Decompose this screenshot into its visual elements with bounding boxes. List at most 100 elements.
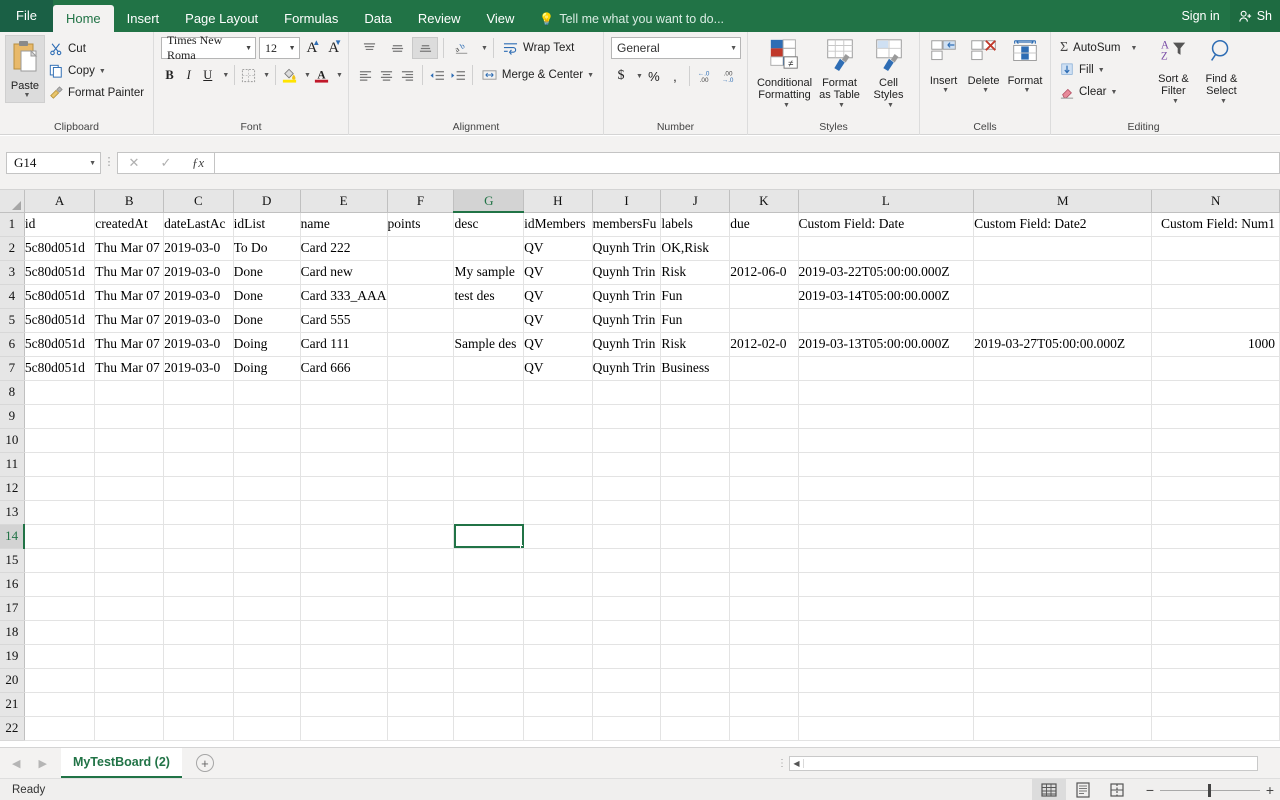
- cell-J3[interactable]: Risk: [660, 260, 731, 285]
- cell-J18[interactable]: [660, 620, 731, 645]
- cell-M12[interactable]: [973, 476, 1153, 501]
- cell-L11[interactable]: [798, 452, 975, 477]
- cell-C2[interactable]: 2019-03-0: [163, 236, 234, 261]
- cell-E17[interactable]: [300, 596, 388, 621]
- cell-A8[interactable]: [24, 380, 96, 405]
- select-all-corner[interactable]: [0, 190, 25, 213]
- cell-M19[interactable]: [973, 644, 1153, 669]
- increase-indent-button[interactable]: [448, 64, 467, 86]
- align-left-button[interactable]: [356, 64, 375, 86]
- cell-B22[interactable]: [94, 716, 165, 741]
- cell-H10[interactable]: [523, 428, 593, 453]
- cell-C18[interactable]: [163, 620, 234, 645]
- cell-M17[interactable]: [973, 596, 1153, 621]
- cell-A12[interactable]: [24, 476, 96, 501]
- cell-M18[interactable]: [973, 620, 1153, 645]
- cell-J17[interactable]: [660, 596, 731, 621]
- cell-E8[interactable]: [300, 380, 388, 405]
- increase-font-size-button[interactable]: A ▲: [303, 37, 322, 59]
- cell-L5[interactable]: [798, 308, 975, 333]
- horizontal-scrollbar[interactable]: ◀: [789, 756, 1258, 771]
- align-bottom-button[interactable]: [412, 37, 438, 59]
- cell-N2[interactable]: [1151, 236, 1280, 261]
- cell-G15[interactable]: [453, 548, 525, 573]
- cancel-formula-icon[interactable]: ✕: [118, 153, 150, 173]
- cell-K5[interactable]: [729, 308, 799, 333]
- cell-C9[interactable]: [163, 404, 234, 429]
- cell-E9[interactable]: [300, 404, 388, 429]
- currency-chevron-icon[interactable]: ▼: [636, 73, 643, 80]
- cell-D17[interactable]: [233, 596, 301, 621]
- zoom-slider-track[interactable]: [1160, 783, 1260, 797]
- cell-G1[interactable]: desc: [453, 212, 525, 237]
- cell-G6[interactable]: Sample des: [453, 332, 525, 357]
- cell-L2[interactable]: [798, 236, 975, 261]
- cell-D2[interactable]: To Do: [233, 236, 301, 261]
- cell-D19[interactable]: [233, 644, 301, 669]
- cell-H14[interactable]: [523, 524, 593, 549]
- cell-L21[interactable]: [798, 692, 975, 717]
- cell-K1[interactable]: due: [729, 212, 799, 237]
- wrap-text-button[interactable]: Wrap Text: [499, 37, 578, 59]
- cell-K20[interactable]: [729, 668, 799, 693]
- cell-A16[interactable]: [24, 572, 96, 597]
- cell-I11[interactable]: [592, 452, 662, 477]
- borders-button[interactable]: [240, 64, 257, 86]
- cell-N15[interactable]: [1151, 548, 1280, 573]
- sign-in-button[interactable]: Sign in: [1171, 9, 1229, 23]
- column-header-j[interactable]: J: [660, 190, 731, 213]
- cell-A15[interactable]: [24, 548, 96, 573]
- cell-J15[interactable]: [660, 548, 731, 573]
- cell-F6[interactable]: [387, 332, 455, 357]
- align-middle-button[interactable]: [384, 37, 410, 59]
- cell-J10[interactable]: [660, 428, 731, 453]
- cell-H12[interactable]: [523, 476, 593, 501]
- cell-M13[interactable]: [973, 500, 1153, 525]
- align-right-button[interactable]: [398, 64, 417, 86]
- cell-H4[interactable]: QV: [523, 284, 593, 309]
- cell-L7[interactable]: [798, 356, 975, 381]
- cell-M2[interactable]: [973, 236, 1153, 261]
- conditional-formatting-button[interactable]: ≠ Conditional Formatting ▼: [756, 35, 814, 112]
- cell-B11[interactable]: [94, 452, 165, 477]
- column-header-d[interactable]: D: [233, 190, 301, 213]
- cell-E21[interactable]: [300, 692, 388, 717]
- cell-E6[interactable]: Card 111: [300, 332, 388, 357]
- align-top-button[interactable]: [356, 37, 382, 59]
- cell-L3[interactable]: 2019-03-22T05:00:00.000Z: [798, 260, 975, 285]
- cell-B19[interactable]: [94, 644, 165, 669]
- chevron-down-icon[interactable]: ▼: [1098, 67, 1105, 74]
- cell-D6[interactable]: Doing: [233, 332, 301, 357]
- cell-M4[interactable]: [973, 284, 1153, 309]
- cell-G20[interactable]: [453, 668, 525, 693]
- cell-E1[interactable]: name: [300, 212, 388, 237]
- cell-K9[interactable]: [729, 404, 799, 429]
- cell-E22[interactable]: [300, 716, 388, 741]
- cell-G9[interactable]: [453, 404, 525, 429]
- cell-L19[interactable]: [798, 644, 975, 669]
- chevron-down-icon[interactable]: ▼: [1220, 98, 1227, 106]
- row-header-1[interactable]: 1: [0, 212, 25, 237]
- cell-N3[interactable]: [1151, 260, 1280, 285]
- cell-G10[interactable]: [453, 428, 525, 453]
- sheet-tab-active[interactable]: MyTestBoard (2): [60, 748, 182, 778]
- cell-J7[interactable]: Business: [660, 356, 731, 381]
- cell-E14[interactable]: [300, 524, 388, 549]
- cell-K2[interactable]: [729, 236, 799, 261]
- cell-I1[interactable]: membersFu: [592, 212, 662, 237]
- cell-I7[interactable]: Quynh Trin: [592, 356, 662, 381]
- cell-K17[interactable]: [729, 596, 799, 621]
- find-select-button[interactable]: Find & Select ▼: [1197, 35, 1245, 108]
- cell-G4[interactable]: test des: [453, 284, 525, 309]
- borders-chevron-icon[interactable]: ▼: [263, 72, 270, 79]
- cell-D3[interactable]: Done: [233, 260, 301, 285]
- cell-B6[interactable]: Thu Mar 07: [94, 332, 165, 357]
- row-header-20[interactable]: 20: [0, 668, 25, 693]
- cell-A14[interactable]: [24, 524, 96, 549]
- cell-C15[interactable]: [163, 548, 234, 573]
- cell-A6[interactable]: 5c80d051d: [24, 332, 96, 357]
- cell-B21[interactable]: [94, 692, 165, 717]
- cell-F11[interactable]: [387, 452, 455, 477]
- cell-H15[interactable]: [523, 548, 593, 573]
- cell-G16[interactable]: [453, 572, 525, 597]
